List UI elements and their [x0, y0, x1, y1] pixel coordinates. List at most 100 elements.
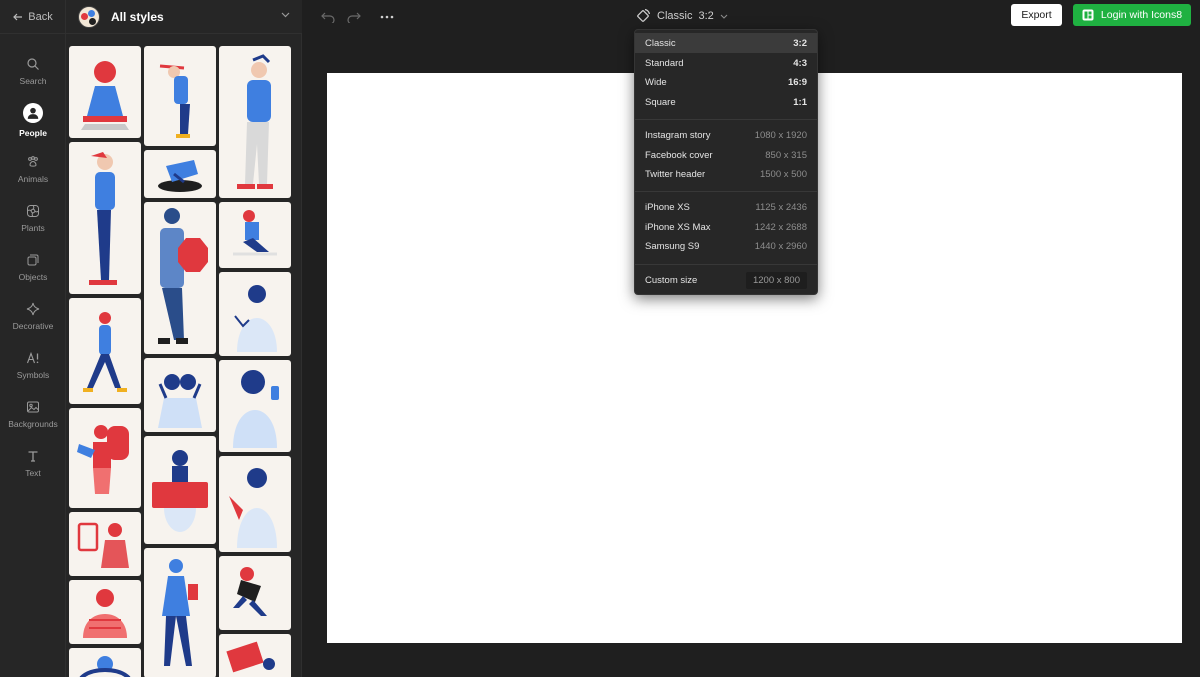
- icons8-logo-icon: [1082, 9, 1094, 21]
- illustration-card[interactable]: [219, 556, 291, 630]
- illustration-card[interactable]: [69, 648, 141, 677]
- option-value: 1500 x 500: [759, 168, 807, 180]
- nav-label-plants: Plants: [21, 222, 45, 233]
- dropdown-divider: [635, 191, 817, 192]
- illustration-card[interactable]: [69, 408, 141, 508]
- option-value: 850 x 315: [765, 149, 807, 161]
- option-label: iPhone XS Max: [645, 221, 711, 233]
- illustration-grid: [66, 34, 302, 677]
- redo-icon: [347, 12, 361, 23]
- nav-item-text[interactable]: Text: [0, 441, 66, 485]
- login-button[interactable]: Login with Icons8: [1073, 4, 1191, 26]
- more-button[interactable]: [378, 8, 396, 26]
- option-label: Standard: [645, 57, 684, 69]
- redo-button[interactable]: [345, 8, 363, 26]
- styles-selector[interactable]: All styles: [66, 0, 302, 34]
- size-option-classic[interactable]: Classic 3:2: [635, 33, 817, 53]
- size-option-standard[interactable]: Standard 4:3: [635, 53, 817, 73]
- option-label: Facebook cover: [645, 149, 713, 161]
- custom-size-input[interactable]: 1200 x 800: [745, 271, 807, 289]
- size-option-instagram-story[interactable]: Instagram story 1080 x 1920: [635, 125, 817, 145]
- paw-icon: [28, 155, 38, 167]
- illustration-card[interactable]: [219, 272, 291, 356]
- chevron-down-icon: [720, 14, 728, 19]
- option-value: 1125 x 2436: [755, 201, 807, 213]
- canvas-size-dropdown: Classic 3:2 Standard 4:3 Wide 16:9 Squar…: [634, 29, 818, 295]
- back-button[interactable]: Back: [0, 0, 66, 34]
- option-value: 1242 x 2688: [754, 221, 807, 233]
- left-nav-rail: Back Search People Animals Plants Object…: [0, 0, 66, 677]
- nav-item-symbols[interactable]: Symbols: [0, 343, 66, 387]
- canvas-ratio-selector[interactable]: Classic 3:2: [635, 6, 728, 26]
- image-icon: [27, 401, 39, 412]
- nav-label-backgrounds: Backgrounds: [8, 418, 58, 429]
- nav-item-people[interactable]: People: [0, 98, 66, 142]
- option-value: 1:1: [793, 96, 807, 108]
- text-icon: [28, 450, 38, 462]
- size-option-square[interactable]: Square 1:1: [635, 92, 817, 112]
- nav-label-search: Search: [19, 75, 47, 86]
- nav-item-plants[interactable]: Plants: [0, 196, 66, 240]
- custom-size-row[interactable]: Custom size 1200 x 800: [635, 270, 817, 290]
- size-option-wide[interactable]: Wide 16:9: [635, 72, 817, 92]
- option-value: 4:3: [793, 57, 807, 69]
- dropdown-divider: [635, 119, 817, 120]
- size-option-iphone-xs[interactable]: iPhone XS 1125 x 2436: [635, 197, 817, 217]
- option-value: 3:2: [793, 37, 807, 49]
- nav-item-objects[interactable]: Objects: [0, 245, 66, 289]
- nav-item-search[interactable]: Search: [0, 49, 66, 93]
- nav-item-animals[interactable]: Animals: [0, 147, 66, 191]
- undo-button[interactable]: [319, 8, 337, 26]
- illustration-card[interactable]: [219, 634, 291, 677]
- option-label: Square: [645, 96, 676, 108]
- nav-label-people: People: [19, 127, 47, 138]
- arrow-left-icon: [13, 13, 23, 20]
- chevron-down-icon: [281, 12, 290, 18]
- nav-label-symbols: Symbols: [16, 369, 50, 380]
- option-label: Wide: [645, 76, 667, 88]
- dropdown-divider: [635, 264, 817, 265]
- illustration-card[interactable]: [144, 548, 216, 677]
- illustration-card[interactable]: [69, 512, 141, 576]
- ratio-name: Classic: [657, 10, 693, 22]
- option-label: Twitter header: [645, 168, 706, 180]
- illustration-card[interactable]: [144, 46, 216, 146]
- nav-item-decorative[interactable]: Decorative: [0, 294, 66, 338]
- resize-icon: [637, 8, 651, 22]
- illustration-card[interactable]: [144, 150, 216, 198]
- illustration-card[interactable]: [219, 456, 291, 552]
- illustration-card[interactable]: [69, 298, 141, 404]
- option-value: 16:9: [787, 76, 807, 88]
- styles-title: All styles: [111, 9, 164, 24]
- illustration-card[interactable]: [144, 358, 216, 432]
- undo-icon: [321, 12, 335, 23]
- illustration-card[interactable]: [69, 580, 141, 644]
- login-label: Login with Icons8: [1100, 9, 1183, 21]
- option-value: 1080 x 1920: [754, 129, 807, 141]
- option-label: Classic: [645, 37, 676, 49]
- nav-label-animals: Animals: [17, 173, 49, 184]
- illustration-card[interactable]: [219, 202, 291, 268]
- size-option-samsung-s9[interactable]: Samsung S9 1440 x 2960: [635, 236, 817, 256]
- export-button[interactable]: Export: [1011, 4, 1062, 26]
- sparkle-icon: [26, 302, 40, 315]
- illustration-card[interactable]: [69, 142, 141, 294]
- size-option-facebook-cover[interactable]: Facebook cover 850 x 315: [635, 145, 817, 165]
- illustration-card[interactable]: [144, 436, 216, 544]
- ratio-value: 3:2: [698, 10, 714, 22]
- size-option-twitter-header[interactable]: Twitter header 1500 x 500: [635, 164, 817, 184]
- illustration-card[interactable]: [69, 46, 141, 138]
- illustration-card[interactable]: [219, 46, 291, 198]
- illustration-card[interactable]: [219, 360, 291, 452]
- size-option-iphone-xs-max[interactable]: iPhone XS Max 1242 x 2688: [635, 217, 817, 237]
- nav-label-text: Text: [25, 467, 41, 478]
- flower-icon: [27, 204, 39, 217]
- option-value: 1440 x 2960: [754, 240, 807, 252]
- illustration-card[interactable]: [144, 202, 216, 354]
- option-label: Samsung S9: [645, 240, 700, 252]
- symbols-icon: [26, 351, 39, 363]
- custom-size-label: Custom size: [645, 274, 698, 286]
- nav-item-backgrounds[interactable]: Backgrounds: [0, 392, 66, 436]
- styles-avatar: [78, 5, 100, 28]
- search-icon: [27, 57, 39, 70]
